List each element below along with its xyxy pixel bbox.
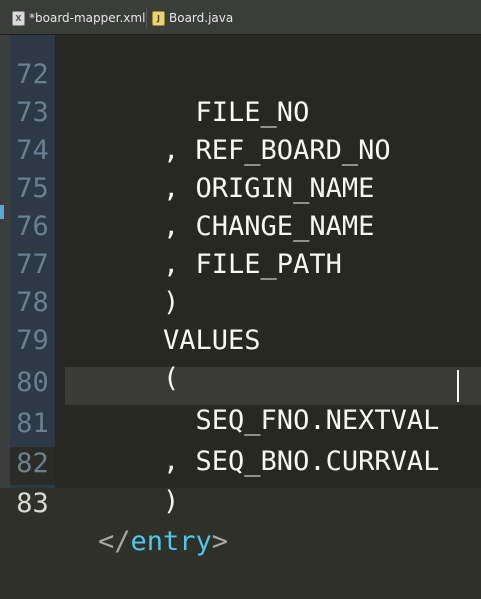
tag-open-bracket: </ xyxy=(98,526,131,557)
code-line-current: 81 , SEQ_BNO.CURRVAL xyxy=(0,367,481,477)
code-line: 79 ( xyxy=(0,284,481,394)
code-line: 76 , FILE_PATH xyxy=(0,170,481,280)
code-line: 75 , CHANGE_NAME xyxy=(0,132,481,242)
text-caret xyxy=(457,370,459,402)
code-line: 73 , REF_BOARD_NO xyxy=(0,56,481,166)
line-number: 83 xyxy=(16,488,49,519)
tag-name: entry xyxy=(130,526,212,557)
code-line: 72 FILE_NO xyxy=(0,18,481,128)
code-line: 82 ) xyxy=(0,407,481,517)
code-line: 74 , ORIGIN_NAME xyxy=(0,94,481,204)
code-editor[interactable]: 72 FILE_NO 73 , REF_BOARD_NO 74 , ORIGIN… xyxy=(0,35,481,557)
code-text[interactable]: ) xyxy=(98,483,179,521)
code-line: 83 </entry> xyxy=(0,447,481,557)
code-text[interactable]: </entry> xyxy=(98,523,228,561)
code-line: 80 SEQ_FNO.NEXTVAL xyxy=(0,326,481,436)
code-line: 78 VALUES xyxy=(0,246,481,356)
tag-close-bracket: > xyxy=(211,526,229,557)
code-line: 77 ) xyxy=(0,208,481,318)
